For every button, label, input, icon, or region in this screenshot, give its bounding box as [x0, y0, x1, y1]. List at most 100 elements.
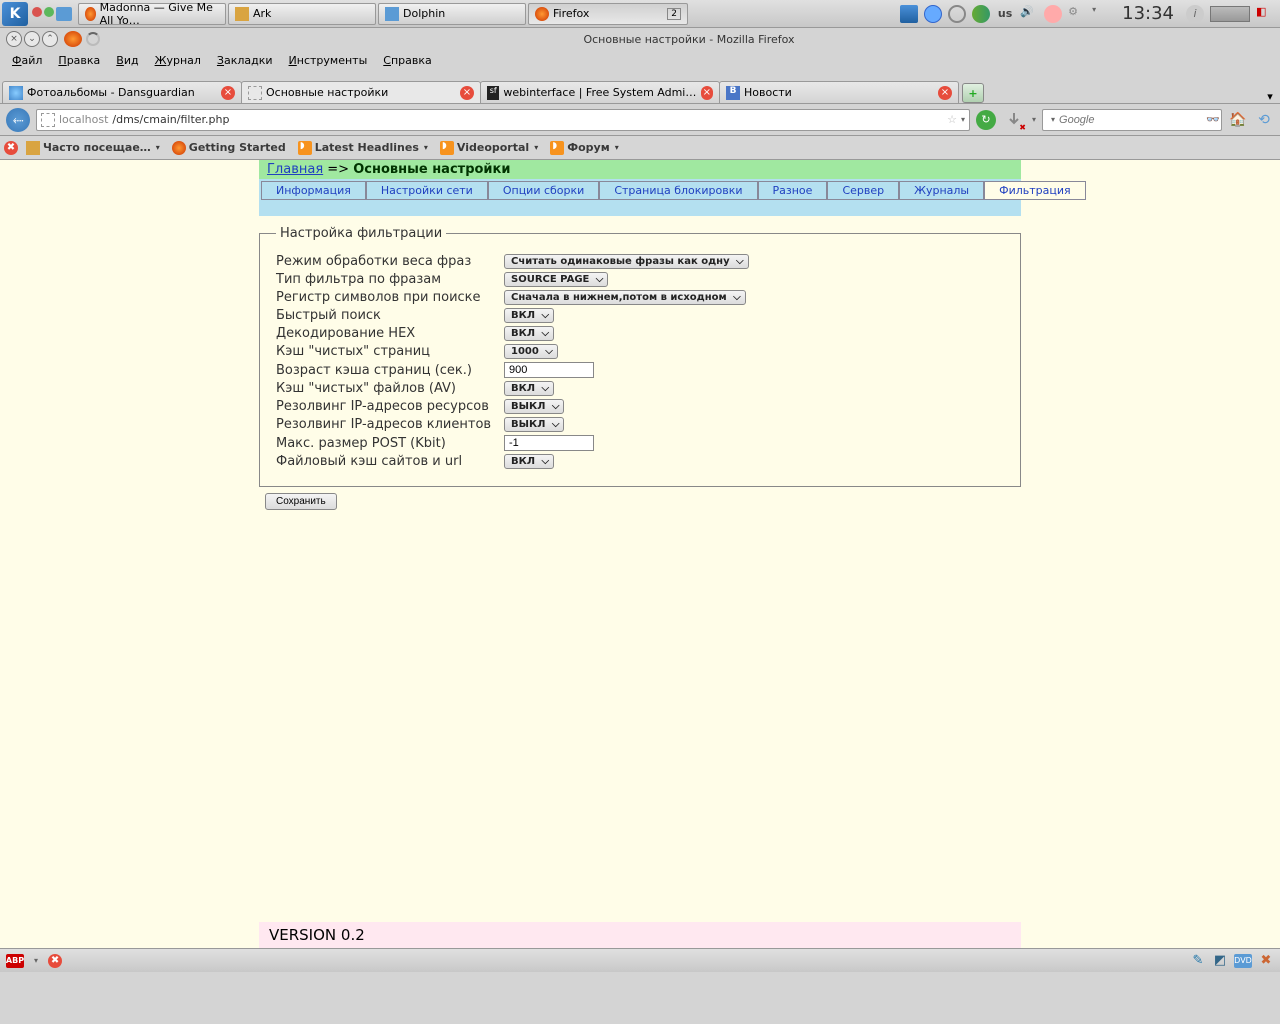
- menu-item[interactable]: Закладки: [209, 52, 281, 69]
- menu-item[interactable]: Правка: [50, 52, 108, 69]
- launcher-icon[interactable]: [32, 7, 42, 17]
- tray-icon[interactable]: [972, 5, 990, 23]
- tray-icon[interactable]: [1044, 5, 1062, 23]
- task-label: Ark: [253, 7, 271, 20]
- page-nav-tab[interactable]: Разное: [758, 181, 828, 200]
- select-dropdown[interactable]: ВКЛ: [504, 381, 554, 396]
- task-label: Dolphin: [403, 7, 445, 20]
- text-input[interactable]: [504, 362, 594, 378]
- page-nav-tab[interactable]: Настройки сети: [366, 181, 488, 200]
- addon-icon[interactable]: ✎: [1190, 953, 1206, 969]
- bookmark-item[interactable]: Часто посещае…▾: [22, 139, 164, 157]
- search-icon[interactable]: 👓: [1206, 113, 1220, 126]
- search-input[interactable]: [1059, 114, 1202, 126]
- favicon: [9, 86, 23, 100]
- close-icon[interactable]: ×: [460, 86, 474, 100]
- addon-icon[interactable]: ◩: [1212, 953, 1228, 969]
- dropdown-icon[interactable]: ▾: [34, 956, 38, 965]
- downloads-button[interactable]: [1002, 108, 1026, 132]
- sync-icon[interactable]: ⟲: [1254, 110, 1274, 130]
- form-label: Макс. размер POST (Kbit): [276, 436, 504, 451]
- launcher-icon[interactable]: [44, 7, 54, 17]
- form-label: Декодирование HEX: [276, 326, 504, 341]
- taskbar-task[interactable]: Dolphin: [378, 3, 526, 25]
- menu-item[interactable]: Вид: [108, 52, 146, 69]
- bookmark-item[interactable]: Getting Started: [168, 139, 290, 157]
- url-bar[interactable]: localhost/dms/cmain/filter.php ☆ ▾: [36, 109, 970, 131]
- back-button[interactable]: ⬸: [6, 108, 30, 132]
- select-dropdown[interactable]: ВКЛ: [504, 326, 554, 341]
- select-dropdown[interactable]: Сначала в нижнем,потом в исходном: [504, 290, 746, 305]
- close-icon[interactable]: ×: [938, 86, 952, 100]
- page-nav-tab[interactable]: Журналы: [899, 181, 984, 200]
- tray-icon[interactable]: [924, 5, 942, 23]
- menu-item[interactable]: Журнал: [147, 52, 209, 69]
- select-dropdown[interactable]: ВЫКЛ: [504, 399, 564, 414]
- desktop-pager[interactable]: [1210, 6, 1250, 22]
- select-dropdown[interactable]: ВКЛ: [504, 454, 554, 469]
- site-identity-icon[interactable]: [41, 113, 55, 127]
- maximize-icon[interactable]: ⌃: [42, 31, 58, 47]
- clock[interactable]: 13:34: [1122, 3, 1174, 24]
- breadcrumb-home-link[interactable]: Главная: [267, 162, 323, 177]
- form-label: Быстрый поиск: [276, 308, 504, 323]
- reload-button[interactable]: ↻: [976, 110, 996, 130]
- menu-item[interactable]: Инструменты: [281, 52, 376, 69]
- version-label: VERSION 0.2: [259, 922, 1021, 948]
- bookmark-item[interactable]: Latest Headlines▾: [294, 139, 432, 157]
- page-nav-tab[interactable]: Фильтрация: [984, 181, 1086, 200]
- volume-icon[interactable]: 🔊: [1020, 5, 1038, 23]
- bookmark-item[interactable]: Форум▾: [546, 139, 623, 157]
- taskbar-task[interactable]: Ark: [228, 3, 376, 25]
- close-icon[interactable]: ×: [221, 86, 235, 100]
- keyboard-layout-indicator[interactable]: us: [996, 5, 1014, 23]
- select-dropdown[interactable]: Считать одинаковые фразы как одну: [504, 254, 749, 269]
- dropdown-icon[interactable]: ▾: [1051, 115, 1055, 124]
- logout-icon[interactable]: ◧: [1256, 5, 1274, 23]
- addon-icon[interactable]: ✖: [1258, 953, 1274, 969]
- select-dropdown[interactable]: ВКЛ: [504, 308, 554, 323]
- taskbar-task[interactable]: Firefox2: [528, 3, 688, 25]
- breadcrumb: Главная => Основные настройки: [259, 160, 1021, 179]
- tray-expand-icon[interactable]: ▾: [1092, 5, 1110, 23]
- tray-icon[interactable]: ⚙: [1068, 5, 1086, 23]
- page-nav-tab[interactable]: Опции сборки: [488, 181, 599, 200]
- noscript-icon[interactable]: ✖: [4, 141, 18, 155]
- search-box[interactable]: ▾ 👓: [1042, 109, 1222, 131]
- browser-tab[interactable]: Основные настройки×: [241, 81, 481, 103]
- page-nav-tab[interactable]: Страница блокировки: [599, 181, 757, 200]
- home-button[interactable]: 🏠: [1228, 110, 1248, 130]
- tray-icon[interactable]: [900, 5, 918, 23]
- info-icon[interactable]: i: [1186, 5, 1204, 23]
- save-button[interactable]: Сохранить: [265, 493, 337, 510]
- browser-tab[interactable]: BНовости×: [719, 81, 959, 103]
- app-icon: [85, 7, 96, 21]
- kde-start-button[interactable]: K: [2, 2, 28, 26]
- addon-icon[interactable]: DVD: [1234, 954, 1252, 968]
- launcher-icon[interactable]: [56, 7, 72, 21]
- select-dropdown[interactable]: SOURCE PAGE: [504, 272, 608, 287]
- menu-item[interactable]: Файл: [4, 52, 50, 69]
- close-icon[interactable]: ×: [701, 86, 713, 100]
- page-nav-tab[interactable]: Информация: [261, 181, 366, 200]
- tabs-dropdown[interactable]: ▾: [1262, 90, 1278, 103]
- close-icon[interactable]: ×: [6, 31, 22, 47]
- browser-tab[interactable]: sfwebinterface | Free System Administr…×: [480, 81, 720, 103]
- text-input[interactable]: [504, 435, 594, 451]
- bookmark-item[interactable]: Videoportal▾: [436, 139, 542, 157]
- star-icon[interactable]: ☆: [947, 113, 957, 126]
- tab-label: webinterface | Free System Administr…: [503, 86, 696, 99]
- adblock-icon[interactable]: ABP: [6, 954, 24, 968]
- dropdown-icon[interactable]: ▾: [1032, 115, 1036, 124]
- dropdown-icon[interactable]: ▾: [961, 115, 965, 124]
- minimize-icon[interactable]: ⌄: [24, 31, 40, 47]
- page-nav-tab[interactable]: Сервер: [827, 181, 899, 200]
- menu-item[interactable]: Справка: [375, 52, 439, 69]
- select-dropdown[interactable]: ВЫКЛ: [504, 417, 564, 432]
- select-dropdown[interactable]: 1000: [504, 344, 558, 359]
- new-tab-button[interactable]: +: [962, 83, 984, 103]
- browser-tab[interactable]: Фотоальбомы - Dansguardian×: [2, 81, 242, 103]
- tray-icon[interactable]: [948, 5, 966, 23]
- taskbar-task[interactable]: Madonna — Give Me All Yo…: [78, 3, 226, 25]
- noscript-icon[interactable]: ✖: [48, 954, 62, 968]
